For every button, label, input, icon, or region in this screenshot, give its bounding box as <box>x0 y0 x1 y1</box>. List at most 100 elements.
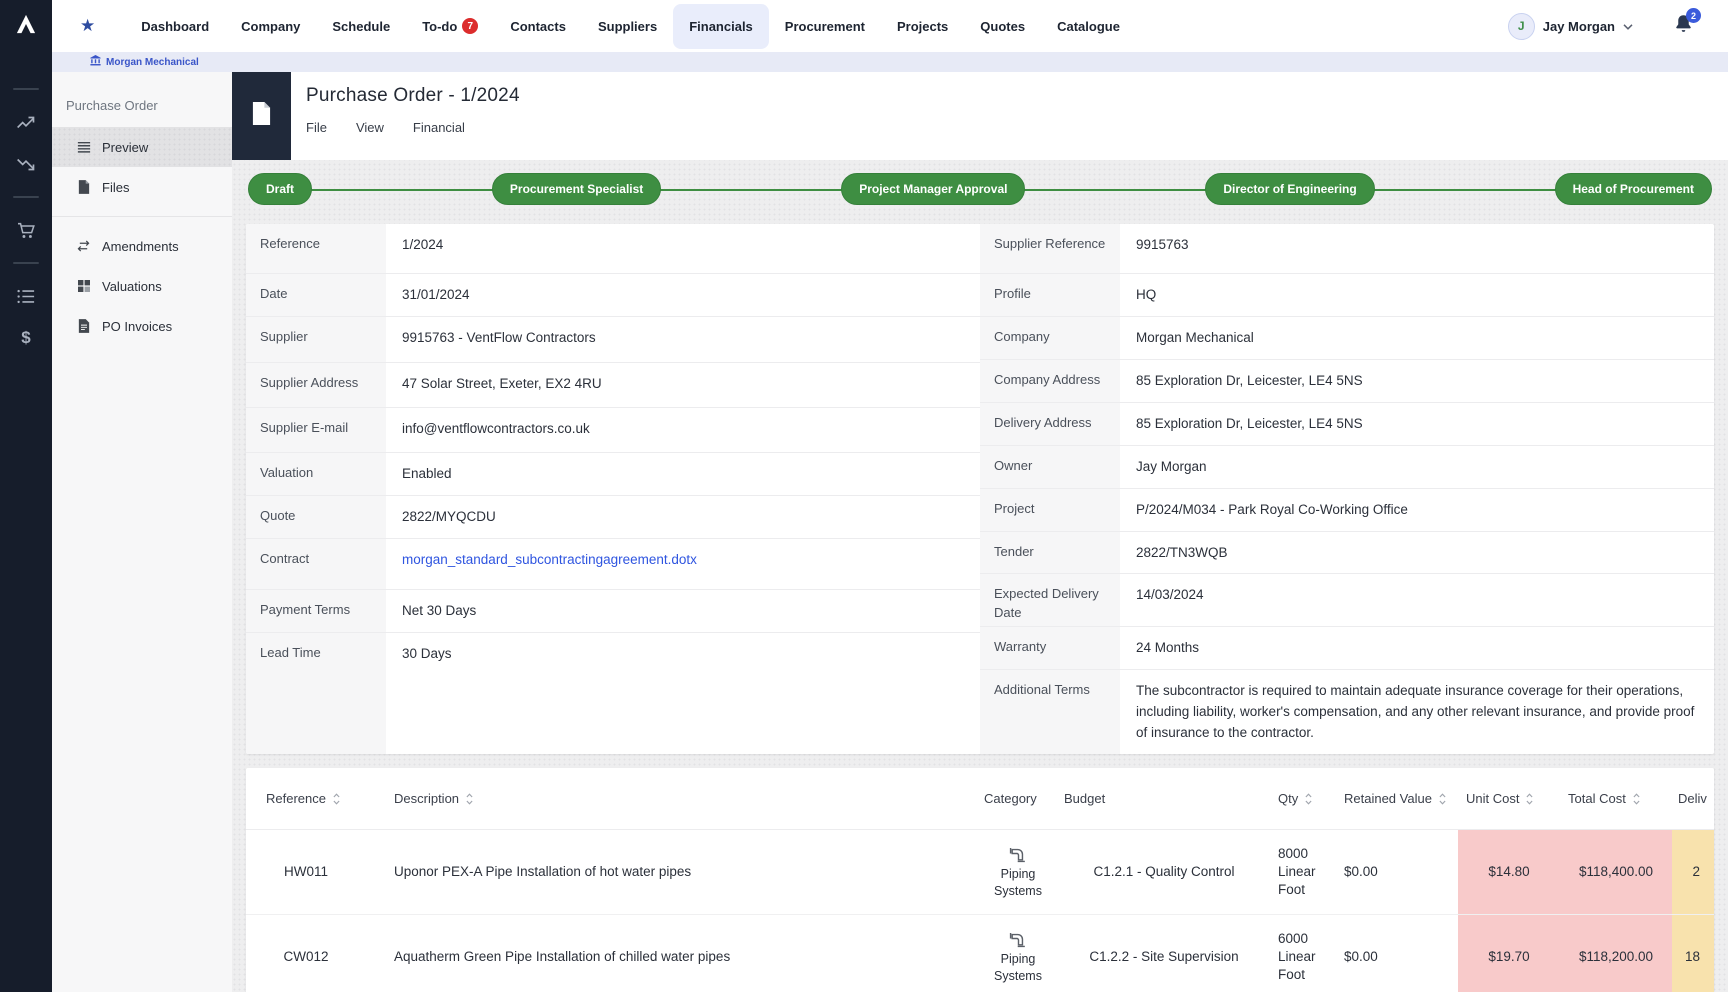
page-title: Purchase Order - 1/2024 <box>306 85 520 107</box>
detail-value: info@ventflowcontractors.co.uk <box>386 408 980 452</box>
notification-count-badge: 2 <box>1686 8 1701 23</box>
nav-procurement[interactable]: Procurement <box>769 4 881 49</box>
detail-label: Reference <box>246 224 386 273</box>
rail-divider <box>13 88 39 90</box>
detail-value: Jay Morgan <box>1120 446 1714 488</box>
rail-divider <box>13 196 39 198</box>
sort-icon[interactable] <box>1305 793 1312 805</box>
piping-systems-icon <box>1009 929 1028 949</box>
workflow-stage-head-of-procurement[interactable]: Head of Procurement <box>1555 173 1712 205</box>
bank-icon <box>90 55 101 69</box>
cart-icon[interactable] <box>17 220 36 240</box>
table-row[interactable]: CW012Aquatherm Green Pipe Installation o… <box>246 915 1714 992</box>
detail-label: Expected Delivery Date <box>980 574 1120 626</box>
cell-qty: 6000 Linear Foot <box>1270 930 1336 985</box>
user-menu[interactable]: J Jay Morgan <box>1508 13 1633 40</box>
details-table-left: Reference1/2024Date31/01/2024Supplier991… <box>246 224 980 754</box>
menu-file[interactable]: File <box>306 120 327 135</box>
sidebar-item-preview[interactable]: Preview <box>52 127 232 167</box>
breadcrumb[interactable]: Morgan Mechanical <box>52 52 1728 72</box>
detail-value-link[interactable]: morgan_standard_subcontractingagreement.… <box>386 539 980 589</box>
document-icon-tile <box>232 72 291 160</box>
nav-label: Suppliers <box>598 19 657 34</box>
app-body: $ Morgan Mechanical Purchase Order Previ… <box>0 52 1728 992</box>
detail-row: Expected Delivery Date14/03/2024 <box>980 574 1714 627</box>
app-logo[interactable] <box>0 0 52 52</box>
sort-icon[interactable] <box>1526 793 1533 805</box>
dollar-icon[interactable]: $ <box>21 328 30 348</box>
col-header-total-cost[interactable]: Total Cost <box>1560 791 1672 806</box>
detail-value: 24 Months <box>1120 627 1714 669</box>
menu-view[interactable]: View <box>356 120 384 135</box>
favorite-star-icon[interactable]: ★ <box>80 16 95 36</box>
workflow-stage-director-of-engineering[interactable]: Director of Engineering <box>1205 173 1374 205</box>
detail-row: Date31/01/2024 <box>246 274 980 317</box>
detail-label: Lead Time <box>246 633 386 754</box>
sidebar-item-amendments[interactable]: Amendments <box>52 226 232 266</box>
cell-total_cost: $118,400.00 <box>1560 830 1672 914</box>
nav-contacts[interactable]: Contacts <box>494 4 582 49</box>
col-header-reference[interactable]: Reference <box>246 791 366 806</box>
col-header-description[interactable]: Description <box>366 791 978 806</box>
cell-category: Piping Systems <box>978 929 1058 985</box>
nav-financials[interactable]: Financials <box>673 4 769 49</box>
detail-label: Supplier E-mail <box>246 408 386 452</box>
nav-company[interactable]: Company <box>225 4 316 49</box>
avatar: J <box>1508 13 1535 40</box>
detail-label: Payment Terms <box>246 590 386 632</box>
cell-budget: C1.2.2 - Site Supervision <box>1089 948 1238 966</box>
preview-icon <box>76 141 91 154</box>
sidebar-item-po-invoices[interactable]: PO Invoices <box>52 306 232 346</box>
detail-value: 2822/TN3WQB <box>1120 532 1714 574</box>
nav-dashboard[interactable]: Dashboard <box>125 4 225 49</box>
trend-down-icon[interactable] <box>16 154 36 174</box>
nav-label: Quotes <box>980 19 1025 34</box>
detail-row: Contractmorgan_standard_subcontractingag… <box>246 539 980 590</box>
col-header-unit-cost[interactable]: Unit Cost <box>1458 791 1560 806</box>
nav-quotes[interactable]: Quotes <box>964 4 1041 49</box>
detail-row: Additional TermsThe subcontractor is req… <box>980 670 1714 754</box>
sidebar-item-valuations[interactable]: Valuations <box>52 266 232 306</box>
nav-label: Financials <box>689 19 753 34</box>
sort-icon[interactable] <box>1633 793 1640 805</box>
nav-suppliers[interactable]: Suppliers <box>582 4 673 49</box>
menu-financial[interactable]: Financial <box>413 120 465 135</box>
sort-icon[interactable] <box>333 793 340 805</box>
sidebar-item-files[interactable]: Files <box>52 167 232 207</box>
workflow-stage-draft[interactable]: Draft <box>248 173 312 205</box>
rail-divider <box>13 262 39 264</box>
cell-total_cost: $118,200.00 <box>1560 915 1672 992</box>
table-row[interactable]: HW011Uponor PEX-A Pipe Installation of h… <box>246 830 1714 915</box>
detail-label: Quote <box>246 496 386 538</box>
cell-budget: C1.2.1 - Quality Control <box>1093 863 1234 881</box>
workflow-stage-procurement-specialist[interactable]: Procurement Specialist <box>492 173 661 205</box>
detail-label: Valuation <box>246 453 386 495</box>
detail-value: 2822/MYQCDU <box>386 496 980 538</box>
cell-unit_cost: $19.70 <box>1458 915 1560 992</box>
nav-schedule[interactable]: Schedule <box>316 4 406 49</box>
chevron-down-icon <box>1623 17 1633 35</box>
detail-value: 85 Exploration Dr, Leicester, LE4 5NS <box>1120 360 1714 402</box>
cell-qty: 8000 Linear Foot <box>1270 845 1336 900</box>
detail-row: Supplier9915763 - VentFlow Contractors <box>246 317 980 363</box>
detail-row: Delivery Address85 Exploration Dr, Leice… <box>980 403 1714 446</box>
detail-label: Supplier <box>246 317 386 362</box>
col-header-label: Budget <box>1064 791 1105 806</box>
cell-delivered: 18 <box>1672 915 1714 992</box>
detail-row: ValuationEnabled <box>246 453 980 496</box>
workflow-stage-project-manager-approval[interactable]: Project Manager Approval <box>841 173 1025 205</box>
col-header-label: Description <box>394 791 459 806</box>
nav-catalogue[interactable]: Catalogue <box>1041 4 1136 49</box>
detail-value: 9915763 <box>1120 224 1714 273</box>
col-header-retained-value[interactable]: Retained Value <box>1336 791 1458 806</box>
list-icon[interactable] <box>17 286 35 306</box>
trend-up-icon[interactable] <box>16 112 36 132</box>
nav-projects[interactable]: Projects <box>881 4 964 49</box>
col-header-qty[interactable]: Qty <box>1270 791 1336 806</box>
detail-label: Project <box>980 489 1120 531</box>
notifications-button[interactable]: 2 <box>1673 13 1694 39</box>
nav-to-do[interactable]: To-do7 <box>406 3 494 49</box>
sort-icon[interactable] <box>1439 793 1446 805</box>
sort-icon[interactable] <box>466 793 473 805</box>
cell-reference: CW012 <box>283 948 328 966</box>
